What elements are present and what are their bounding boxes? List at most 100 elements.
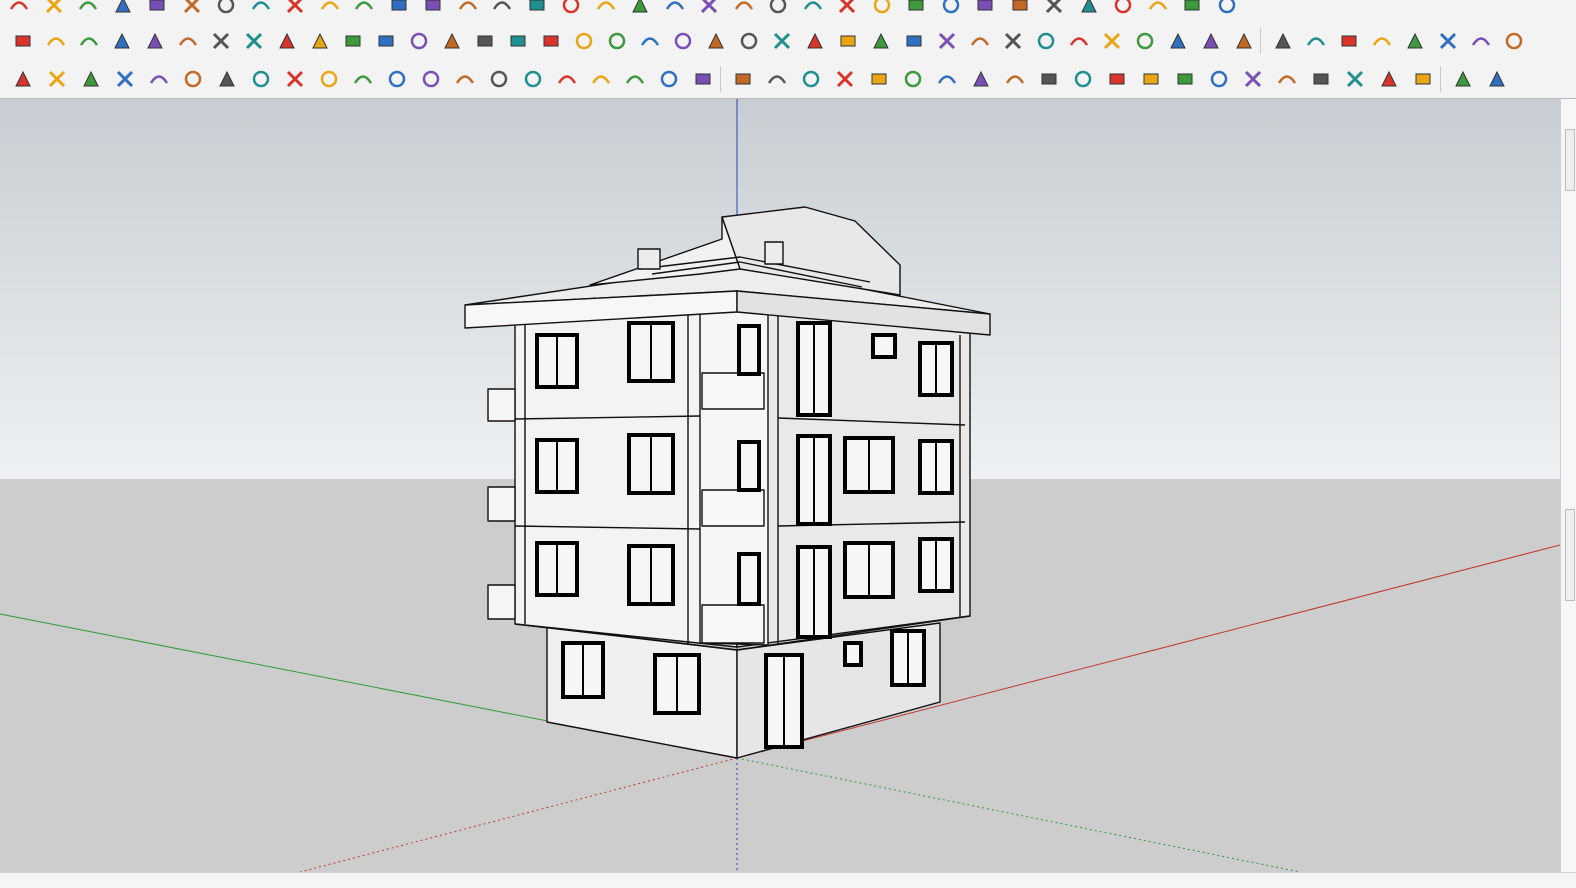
lines-icon[interactable] — [866, 66, 892, 92]
box-grid-icon[interactable] — [1104, 66, 1130, 92]
scale-down-icon[interactable] — [832, 66, 858, 92]
line-icon[interactable] — [317, 0, 343, 18]
cone-icon[interactable] — [538, 28, 564, 54]
triangle-red-icon[interactable] — [656, 66, 682, 92]
grid-orange2-icon[interactable] — [1132, 28, 1158, 54]
axes-icon[interactable] — [1484, 66, 1510, 92]
cube-red-icon[interactable] — [901, 28, 927, 54]
grid-orange-icon[interactable] — [1066, 28, 1092, 54]
triangle-icon[interactable] — [604, 28, 630, 54]
grid-small-icon[interactable] — [1231, 28, 1257, 54]
bucket-icon[interactable] — [769, 28, 795, 54]
zigzag-icon[interactable] — [112, 66, 138, 92]
wrench-icon[interactable] — [588, 66, 614, 92]
loop-orange-icon[interactable] — [670, 28, 696, 54]
component-green-icon[interactable] — [835, 28, 861, 54]
cube-mark-icon[interactable] — [967, 28, 993, 54]
house-icon[interactable] — [1402, 28, 1428, 54]
shape-orange-icon[interactable] — [10, 66, 36, 92]
wave-icon[interactable] — [146, 66, 172, 92]
hook-icon[interactable] — [418, 66, 444, 92]
scrollbar-handle[interactable] — [1565, 509, 1575, 601]
offset-icon[interactable] — [75, 0, 101, 18]
beam-icon[interactable] — [627, 0, 653, 18]
facade-icon[interactable] — [1274, 66, 1300, 92]
polygon-green-icon[interactable] — [44, 66, 70, 92]
spiral-curve-icon[interactable] — [316, 66, 342, 92]
plane-outline-icon[interactable] — [142, 28, 168, 54]
arc-green-icon[interactable] — [248, 66, 274, 92]
cone-dots-icon[interactable] — [571, 28, 597, 54]
cross-blue-icon[interactable] — [505, 28, 531, 54]
dormer-icon[interactable] — [1214, 0, 1240, 18]
grid-yellow-icon[interactable] — [1099, 28, 1125, 54]
hook2-icon[interactable] — [452, 66, 478, 92]
loop-icon[interactable] — [637, 28, 663, 54]
undo-red-icon[interactable] — [802, 28, 828, 54]
box-grid-blue-icon[interactable] — [1240, 66, 1266, 92]
sheet-icon[interactable] — [690, 66, 716, 92]
ridge-icon[interactable] — [1145, 0, 1171, 18]
cube-grid-icon[interactable] — [1000, 28, 1026, 54]
roof-icon[interactable] — [386, 0, 412, 18]
cube-star-icon[interactable] — [730, 66, 756, 92]
copy-icon[interactable] — [1410, 66, 1436, 92]
ribbon-icon[interactable] — [1435, 28, 1461, 54]
plane-green-icon[interactable] — [76, 28, 102, 54]
solid-trim-icon[interactable] — [213, 0, 239, 18]
truss-icon[interactable] — [800, 0, 826, 18]
arc-red-icon[interactable] — [486, 66, 512, 92]
slab-icon[interactable] — [662, 0, 688, 18]
scale-up-icon[interactable] — [798, 66, 824, 92]
gutter-icon[interactable] — [1076, 0, 1102, 18]
cross-green-icon[interactable] — [472, 28, 498, 54]
circle-red-icon[interactable] — [622, 66, 648, 92]
tape-icon[interactable] — [1270, 28, 1296, 54]
line-curve-icon[interactable] — [384, 66, 410, 92]
cross-red-icon[interactable] — [439, 28, 465, 54]
stud-icon[interactable] — [903, 0, 929, 18]
pushpull-icon[interactable] — [6, 0, 32, 18]
lines-plus-icon[interactable] — [900, 66, 926, 92]
intersect-icon[interactable] — [110, 0, 136, 18]
section-icon[interactable] — [241, 28, 267, 54]
plane-yellow-icon[interactable] — [43, 28, 69, 54]
move-axes-icon[interactable] — [736, 28, 762, 54]
flag-icon[interactable] — [274, 28, 300, 54]
chain-icon[interactable] — [340, 28, 366, 54]
paste-icon[interactable] — [1450, 66, 1476, 92]
column-icon[interactable] — [593, 0, 619, 18]
roof-hip-icon[interactable] — [420, 0, 446, 18]
bend-icon[interactable] — [373, 28, 399, 54]
solid-split-icon[interactable] — [248, 0, 274, 18]
arc-icon[interactable] — [351, 0, 377, 18]
followme-icon[interactable] — [41, 0, 67, 18]
plane-icon[interactable] — [10, 28, 36, 54]
scales-icon[interactable] — [1501, 28, 1527, 54]
valley-icon[interactable] — [1179, 0, 1205, 18]
lines-minus-icon[interactable] — [934, 66, 960, 92]
curve3-icon[interactable] — [214, 66, 240, 92]
cube-rotate-icon[interactable] — [868, 28, 894, 54]
path-dots-icon[interactable] — [406, 28, 432, 54]
curl-icon[interactable] — [1468, 28, 1494, 54]
eave-icon[interactable] — [1110, 0, 1136, 18]
vertical-scrollbar[interactable] — [1560, 99, 1576, 872]
box-x-icon[interactable] — [1070, 66, 1096, 92]
fence-icon[interactable] — [558, 0, 584, 18]
roof-gable-icon[interactable] — [455, 0, 481, 18]
model-viewport[interactable] — [0, 99, 1560, 872]
select-icon[interactable] — [764, 66, 790, 92]
pyramid-icon[interactable] — [1369, 28, 1395, 54]
rotate-orange-icon[interactable] — [175, 28, 201, 54]
plane-red-icon[interactable] — [109, 28, 135, 54]
window-icon[interactable] — [1172, 66, 1198, 92]
dash-minus-icon[interactable] — [1036, 66, 1062, 92]
shingle-icon[interactable] — [972, 0, 998, 18]
polygon-icon[interactable] — [554, 66, 580, 92]
cube-orange-icon[interactable] — [934, 28, 960, 54]
solid-subtract-icon[interactable] — [179, 0, 205, 18]
spiral-icon[interactable] — [703, 28, 729, 54]
arc-open-icon[interactable] — [350, 66, 376, 92]
line-zigzag-icon[interactable] — [520, 66, 546, 92]
